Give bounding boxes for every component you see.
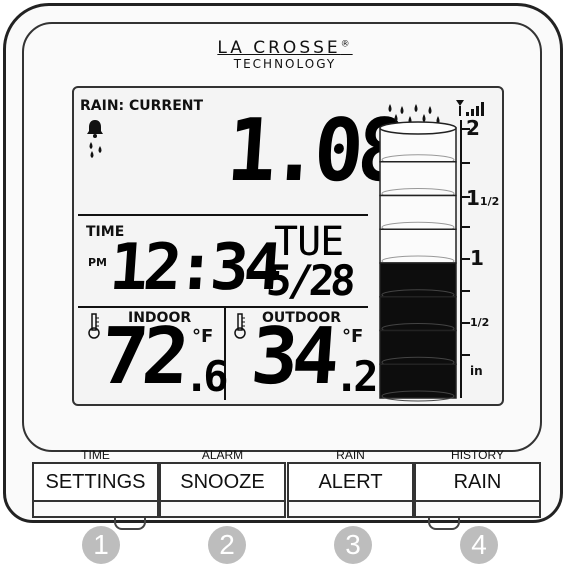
- indoor-temp-dec: .6: [184, 352, 229, 401]
- outdoor-unit: °F: [342, 326, 364, 347]
- button-top-label: ALARM: [201, 448, 244, 462]
- indoor-unit: °F: [192, 326, 214, 347]
- scale-one-half: 11/2: [466, 186, 499, 210]
- time-value: 12:34: [107, 231, 281, 305]
- outdoor-temp-int: 34: [248, 312, 337, 402]
- date-value: 5/28: [264, 256, 354, 305]
- brand-reg: ®: [340, 39, 353, 50]
- scale-tick: [462, 322, 470, 324]
- time-ampm: PM: [88, 256, 108, 269]
- button-number-badge: 1: [82, 526, 120, 564]
- device-foot: [428, 518, 460, 530]
- scale-one-half-frac: 1/2: [479, 195, 500, 208]
- brand-logo: LA CROSSE® TECHNOLOGY: [210, 38, 360, 70]
- button-base: [32, 500, 159, 518]
- scale-tick: [462, 162, 470, 164]
- button-4[interactable]: RAIN: [414, 462, 541, 502]
- button-1[interactable]: SETTINGS: [32, 462, 159, 502]
- brand-sub: TECHNOLOGY: [233, 57, 337, 71]
- signal-icon: [456, 100, 484, 116]
- thermometer-icon: [234, 313, 246, 339]
- scale-unit: in: [470, 364, 483, 378]
- divider-temp: [224, 308, 226, 400]
- thermometer-icon: [88, 313, 100, 339]
- scale-tick: [462, 258, 470, 260]
- button-number-badge: 4: [460, 526, 498, 564]
- rain-current-label: RAIN: CURRENT: [80, 98, 204, 114]
- brand-name: LA CROSSE: [217, 38, 341, 58]
- outdoor-temp-dec: .2: [334, 352, 379, 401]
- button-number-badge: 3: [334, 526, 372, 564]
- scale-one: 1: [470, 246, 484, 270]
- device-foot: [114, 518, 146, 530]
- indoor-temp-int: 72: [98, 312, 187, 402]
- button-top-label: TIME: [81, 448, 110, 462]
- button-base: [414, 500, 541, 518]
- divider-rain: [78, 214, 368, 216]
- scale-tick: [462, 354, 470, 356]
- button-base: [159, 500, 286, 518]
- button-base: [287, 500, 414, 518]
- scale-one-half-int: 1: [466, 186, 480, 210]
- scale-tick: [462, 128, 470, 130]
- scale-half: 1/2: [470, 316, 490, 329]
- bell-icon: [87, 120, 103, 138]
- button-top-label: HISTORY: [451, 448, 504, 462]
- scale-tick: [462, 290, 470, 292]
- scale-tick: [462, 226, 470, 228]
- gauge-top: [379, 121, 457, 135]
- scale-tick: [462, 196, 470, 198]
- button-top-label: RAIN: [336, 448, 365, 462]
- divider-time: [78, 306, 368, 308]
- rain-drops-icon: [89, 142, 102, 158]
- button-3[interactable]: ALERT: [287, 462, 414, 502]
- rain-gauge: [379, 121, 457, 402]
- button-2[interactable]: SNOOZE: [159, 462, 286, 502]
- button-number-badge: 2: [208, 526, 246, 564]
